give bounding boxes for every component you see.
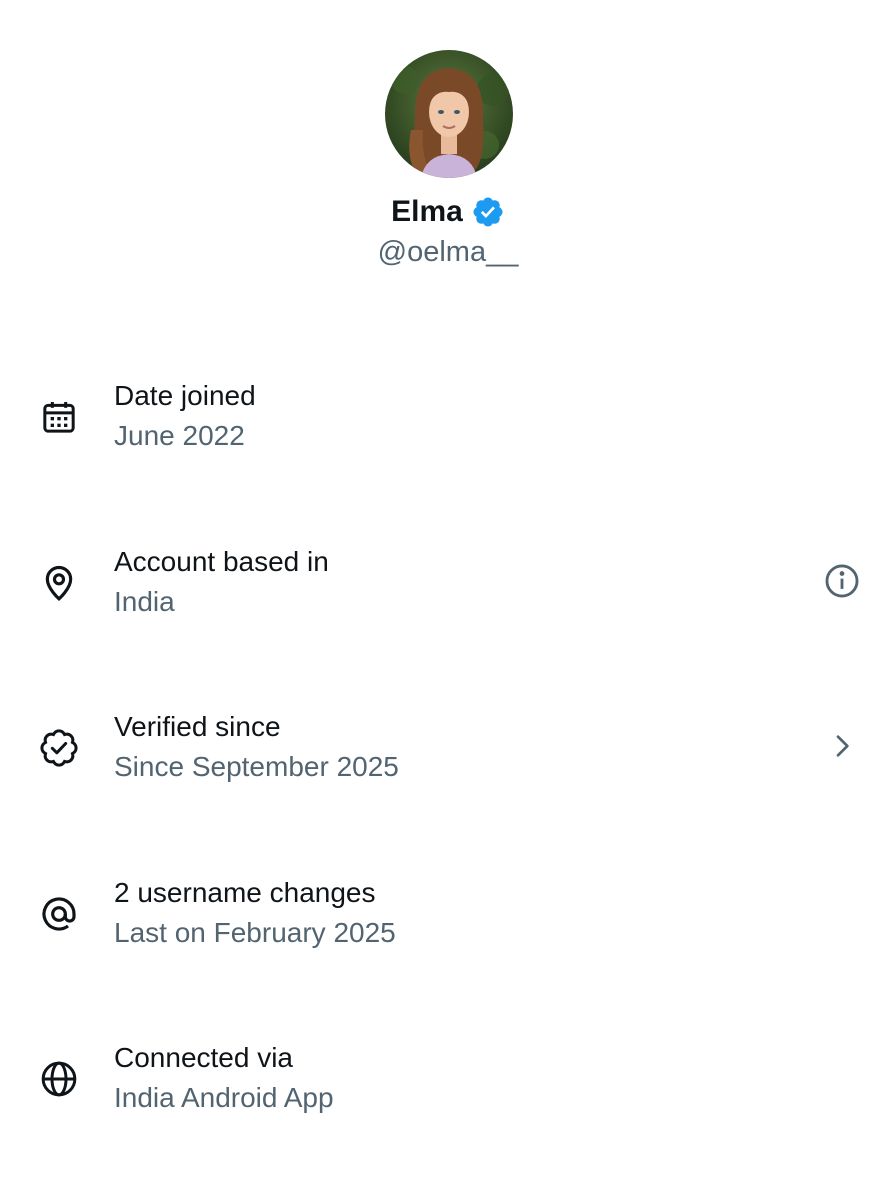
display-name: Elma: [391, 195, 463, 228]
row-value: India Android App: [114, 1082, 334, 1113]
info-icon[interactable]: [822, 561, 862, 601]
at-sign-icon: [37, 892, 81, 936]
chevron-right-icon[interactable]: [822, 726, 862, 766]
row-title: Account based in: [114, 546, 329, 577]
info-row-username-changes: 2 username changes Last on February 2025: [0, 877, 896, 967]
verified-badge-icon[interactable]: [471, 195, 505, 229]
row-title: Verified since: [114, 711, 281, 742]
row-value: Last on February 2025: [114, 917, 396, 948]
row-title: 2 username changes: [114, 877, 376, 908]
globe-icon: [37, 1057, 81, 1101]
name-row: Elma: [0, 190, 896, 234]
row-title: Connected via: [114, 1042, 294, 1073]
avatar[interactable]: [385, 50, 513, 178]
row-value: Since September 2025: [114, 751, 399, 782]
verified-badge-outline-icon: [37, 726, 81, 770]
row-title: Date joined: [114, 380, 256, 411]
row-value: June 2022: [114, 420, 245, 451]
avatar-image: [385, 50, 513, 178]
info-row-date-joined: Date joined June 2022: [0, 380, 896, 470]
calendar-icon: [37, 395, 81, 439]
info-row-account-based-in: Account based in India: [0, 546, 896, 636]
info-row-connected-via: Connected via India Android App: [0, 1042, 896, 1132]
location-pin-icon: [37, 561, 81, 605]
info-row-verified-since[interactable]: Verified since Since September 2025: [0, 711, 896, 801]
row-value: India: [114, 586, 175, 617]
user-handle: @oelma__: [377, 236, 519, 268]
